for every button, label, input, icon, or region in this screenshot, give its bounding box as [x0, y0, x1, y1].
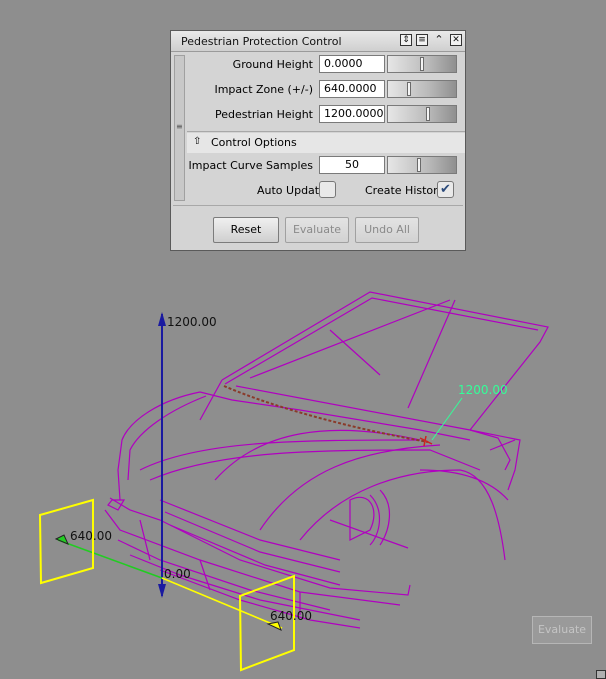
divider [173, 205, 463, 206]
create-history-label: Create History [365, 184, 445, 197]
origin-label: 0.00 [164, 567, 191, 581]
pedestrian-height-input[interactable]: 1200.0000 [319, 105, 385, 123]
menu-icon[interactable]: ≡ [416, 34, 428, 46]
pedestrian-height-row: Pedestrian Height 1200.0000 [189, 104, 461, 126]
divider [187, 131, 465, 132]
corner-resize-handle[interactable] [596, 670, 606, 679]
impact-zone-slider[interactable] [387, 80, 457, 98]
panel-titlebar[interactable]: Pedestrian Protection Control ⇕ ≡ ⌃ ✕ [171, 31, 465, 52]
ground-height-label: Ground Height [232, 58, 313, 71]
height-marker-label: 1200.00 [458, 383, 508, 397]
impact-zone-plane-right[interactable] [238, 574, 295, 672]
zone-left-label: 640.00 [70, 529, 112, 543]
impact-curve-samples-label: Impact Curve Samples [188, 159, 313, 172]
slider-thumb[interactable] [426, 107, 430, 121]
zone-handle-right[interactable] [266, 621, 282, 631]
options-checkbox-row: Auto Update Create History ✔ [189, 180, 461, 202]
viewport-evaluate-button[interactable]: Evaluate [532, 616, 592, 644]
height-axis-label: 1200.00 [167, 315, 217, 329]
collapse-caret-icon[interactable]: ⌃ [433, 34, 445, 46]
ground-height-input[interactable]: 0.0000 [319, 55, 385, 73]
checkmark-icon: ✔ [440, 182, 451, 197]
impact-zone-label: Impact Zone (+/-) [214, 83, 313, 96]
section-collapse-icon[interactable]: ⇧ [193, 136, 201, 147]
evaluate-button[interactable]: Evaluate [285, 217, 349, 243]
rail-grip-icon: ≡ [176, 122, 183, 131]
impact-curve-samples-slider[interactable] [387, 156, 457, 174]
impact-zone-input[interactable]: 640.0000 [319, 80, 385, 98]
ground-height-slider[interactable] [387, 55, 457, 73]
control-options-header[interactable]: ⇧ Control Options [187, 133, 465, 153]
auto-update-label: Auto Update [257, 184, 326, 197]
create-history-checkbox[interactable]: ✔ [437, 181, 454, 198]
impact-curve-samples-input[interactable]: 50 [319, 156, 385, 174]
control-options-label: Control Options [211, 136, 297, 149]
panel-title: Pedestrian Protection Control [181, 35, 342, 48]
impact-curve-samples-row: Impact Curve Samples 50 [189, 155, 461, 177]
auto-update-checkbox[interactable] [319, 181, 336, 198]
close-icon[interactable]: ✕ [450, 34, 462, 46]
slider-thumb[interactable] [420, 57, 424, 71]
resize-vertical-icon[interactable]: ⇕ [400, 34, 412, 46]
ground-axis-right [161, 577, 283, 629]
panel-side-rail[interactable]: ≡ [174, 55, 185, 201]
height-marker-leader [431, 397, 463, 441]
undo-all-button[interactable]: Undo All [355, 217, 419, 243]
slider-thumb[interactable] [407, 82, 411, 96]
reset-button[interactable]: Reset [213, 217, 279, 243]
pedestrian-protection-panel: Pedestrian Protection Control ⇕ ≡ ⌃ ✕ ≡ … [170, 30, 466, 251]
zone-right-label: 640.00 [270, 609, 312, 623]
pedestrian-height-label: Pedestrian Height [215, 108, 313, 121]
height-axis-arrow-down [158, 584, 166, 598]
height-axis-arrow-up [158, 312, 166, 326]
zone-handle-left[interactable] [54, 534, 69, 545]
impact-zone-row: Impact Zone (+/-) 640.0000 [189, 79, 461, 101]
ground-height-row: Ground Height 0.0000 [189, 54, 461, 76]
slider-thumb[interactable] [417, 158, 421, 172]
pedestrian-height-slider[interactable] [387, 105, 457, 123]
